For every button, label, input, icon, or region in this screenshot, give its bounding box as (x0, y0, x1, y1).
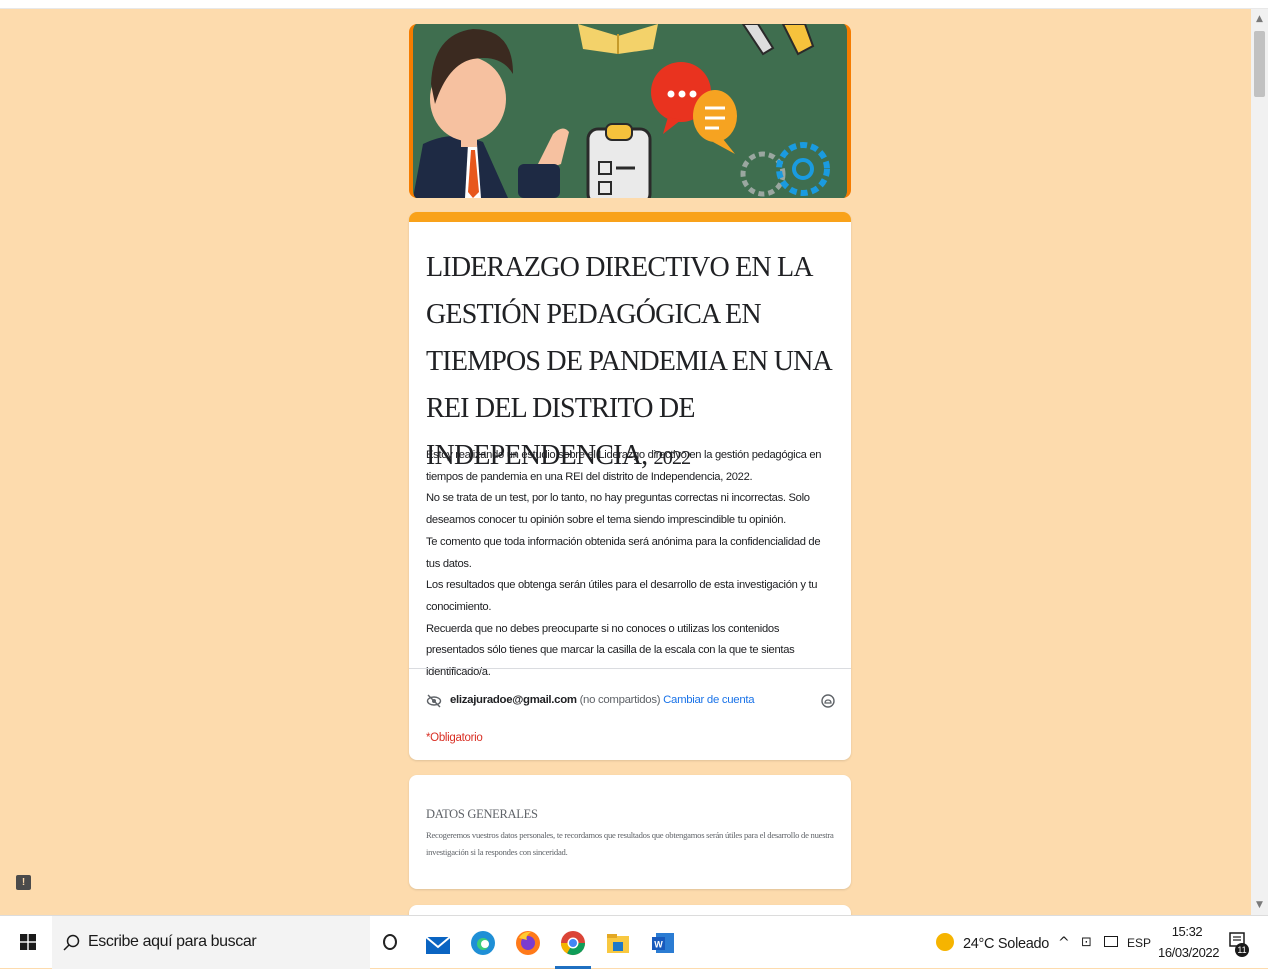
eye-off-icon (426, 694, 442, 708)
weather-sun-icon[interactable] (936, 933, 954, 951)
report-feedback-icon[interactable]: ! (16, 875, 31, 890)
cloud-saved-icon (821, 694, 835, 708)
mail-app-icon[interactable] (423, 928, 453, 958)
form-header-banner (409, 24, 851, 198)
form-title-main: LIDERAZGO DIRECTIVO EN LA GESTIÓN PEDAGÓ… (426, 252, 831, 471)
chevron-up-icon[interactable]: ^ (1058, 935, 1070, 951)
windows-taskbar: Escribe aquí para buscar W 24°C Soleado … (0, 915, 1268, 969)
taskbar-clock[interactable]: 15:32 16/03/2022 (1158, 921, 1220, 963)
search-icon (63, 934, 80, 951)
account-note: (no compartidos) (579, 694, 661, 706)
clock-date: 16/03/2022 (1158, 945, 1220, 960)
teacher-illustration (413, 24, 847, 198)
browser-top-edge (0, 0, 1268, 9)
file-explorer-icon[interactable] (603, 928, 633, 958)
cortana-icon[interactable] (383, 934, 397, 950)
notification-count-badge: 11 (1235, 943, 1249, 957)
section-card-datos-generales: DATOS GENERALES Recogeremos vuestros dat… (409, 775, 851, 889)
form-description-paragraph: Te comento que toda información obtenida… (426, 535, 821, 570)
section-title: DATOS GENERALES (426, 807, 538, 821)
keyboard-ime-icon[interactable]: ⊡ (1081, 935, 1092, 950)
page-scrollbar[interactable]: ▲ ▼ (1251, 9, 1268, 915)
form-description: Estoy realizando un estudio sobre el Lid… (426, 445, 836, 684)
weather-text[interactable]: 24°C Soleado (963, 936, 1049, 952)
display-icon[interactable] (1104, 936, 1118, 947)
required-note: *Obligatorio (426, 732, 483, 744)
word-icon[interactable]: W (648, 928, 678, 958)
form-description-paragraph: No se trata de un test, por lo tanto, no… (426, 492, 810, 527)
start-button[interactable] (0, 916, 52, 969)
chrome-icon[interactable] (558, 928, 588, 958)
firefox-icon[interactable] (513, 928, 543, 958)
form-title-card: LIDERAZGO DIRECTIVO EN LA GESTIÓN PEDAGÓ… (409, 212, 851, 760)
account-info: elizajuradoe@gmail.com (no compartidos) … (450, 694, 755, 706)
account-row: elizajuradoe@gmail.com (no compartidos) … (426, 692, 836, 712)
form-description-paragraph: Los resultados que obtenga serán útiles … (426, 579, 818, 613)
form-description-paragraph: Recuerda que no debes preocuparte si no … (426, 622, 795, 679)
edge-browser-icon[interactable] (468, 928, 498, 958)
windows-logo-icon (20, 934, 36, 950)
switch-account-link[interactable]: Cambiar de cuenta (663, 694, 754, 706)
section-description: Recogeremos vuestros datos personales, t… (426, 830, 834, 857)
language-indicator[interactable]: ESP (1127, 936, 1151, 950)
search-placeholder: Escribe aquí para buscar (88, 933, 257, 950)
clock-time: 15:32 (1171, 924, 1203, 939)
form-description-paragraph: Estoy realizando un estudio sobre el Lid… (426, 449, 822, 483)
scroll-down-arrow-icon[interactable]: ▼ (1251, 897, 1268, 913)
scroll-thumb[interactable] (1254, 31, 1265, 97)
account-email: elizajuradoe@gmail.com (450, 694, 577, 706)
divider (409, 668, 851, 669)
scroll-up-arrow-icon[interactable]: ▲ (1251, 11, 1268, 27)
svg-text:W: W (654, 940, 663, 950)
taskbar-search-box[interactable]: Escribe aquí para buscar (52, 916, 370, 969)
